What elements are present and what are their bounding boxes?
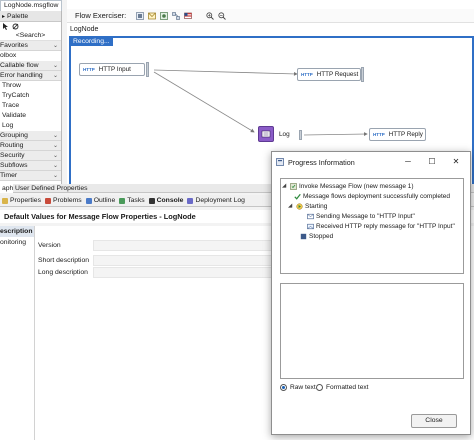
node-http-reply-label: HTTP Reply	[388, 131, 423, 138]
tree-row-sending[interactable]: Sending Message to "HTTP Input"	[307, 211, 415, 221]
tree-row-received[interactable]: Received HTTP reply message for "HTTP In…	[307, 221, 455, 231]
connection-log-to-reply	[303, 132, 368, 137]
tree-row-starting[interactable]: ◢ Starting	[288, 201, 327, 211]
http-badge-icon: HTTP	[373, 132, 385, 137]
dialog-titlebar[interactable]: Progress Information	[272, 152, 470, 172]
view-tab[interactable]: Deployment Log	[187, 197, 245, 204]
node-log-label: Log	[279, 131, 290, 138]
tab-graph[interactable]: aph	[0, 184, 13, 193]
long-description-label: Long description	[38, 268, 88, 276]
connection-input-to-log	[153, 71, 255, 133]
version-label: Version	[38, 241, 61, 249]
node-http-request-label: HTTP Request	[316, 71, 359, 78]
node-log[interactable]	[258, 126, 274, 142]
view-tab-label: Properties	[10, 197, 41, 204]
message-detail-area[interactable]	[280, 283, 464, 379]
tree-row-deployed[interactable]: Message flows deployment successfully co…	[294, 191, 450, 201]
view-tab-label: Deployment Log	[195, 197, 245, 204]
properties-side-nav: escription onitoring	[0, 226, 34, 440]
progress-tree: ◢ Invoke Message Flow (new message 1) Me…	[280, 178, 464, 274]
close-window-icon[interactable]: ✕	[450, 156, 462, 168]
properties-icon	[2, 197, 8, 204]
close-button[interactable]: Close	[411, 414, 457, 428]
receive-icon	[307, 223, 314, 230]
side-item-monitoring[interactable]: onitoring	[0, 237, 34, 248]
view-tab[interactable]: Outline	[85, 197, 116, 204]
tasks-icon	[119, 197, 126, 204]
tree-label-received: Received HTTP reply message for "HTTP In…	[316, 222, 455, 230]
node-http-request-terminals[interactable]	[361, 67, 364, 82]
maximize-icon[interactable]: ☐	[426, 156, 438, 168]
view-tab-label: Outline	[93, 197, 116, 204]
node-http-input-label: HTTP Input	[98, 66, 131, 73]
tree-row-invoke[interactable]: ◢ Invoke Message Flow (new message 1)	[282, 181, 414, 191]
http-badge-icon: HTTP	[83, 67, 95, 72]
formatted-text-radio[interactable]: Formatted text	[316, 384, 369, 391]
formatted-text-label: Formatted text	[326, 384, 369, 391]
node-http-reply[interactable]: HTTP HTTP Reply	[369, 128, 426, 141]
raw-text-radio[interactable]: Raw text	[280, 384, 316, 391]
collapse-icon[interactable]: ◢	[288, 203, 294, 209]
view-tab[interactable]: Tasks	[119, 197, 145, 204]
starting-icon	[296, 202, 303, 210]
view-tab[interactable]: Properties	[2, 197, 41, 204]
node-http-input-terminals[interactable]	[146, 62, 149, 77]
check-icon	[294, 193, 301, 200]
tab-user-defined-properties[interactable]: User Defined Properties	[13, 184, 90, 193]
tree-label-sending: Sending Message to "HTTP Input"	[316, 212, 415, 220]
progress-information-dialog: Progress Information ─ ☐ ✕ ◢ Invoke Mess…	[271, 151, 471, 435]
console-icon	[148, 197, 155, 204]
tree-label-invoke: Invoke Message Flow (new message 1)	[299, 182, 414, 190]
view-tab-label: Tasks	[127, 197, 145, 204]
side-item-description[interactable]: escription	[0, 226, 34, 237]
raw-text-label: Raw text	[290, 384, 316, 391]
invoke-icon	[290, 182, 297, 190]
short-description-label: Short description	[38, 256, 90, 264]
radio-selected-icon	[280, 384, 287, 391]
log-node-icon	[261, 130, 271, 138]
radio-unselected-icon	[316, 384, 323, 391]
problems-icon	[44, 197, 51, 204]
view-tab[interactable]: Problems	[44, 197, 82, 204]
node-log-terminals[interactable]	[299, 130, 302, 140]
tree-label-deployed: Message flows deployment successfully co…	[303, 192, 451, 200]
dialog-title: Progress Information	[288, 157, 355, 167]
collapse-icon[interactable]: ◢	[282, 183, 288, 189]
tree-label-stopped: Stopped	[309, 232, 334, 240]
node-http-request[interactable]: HTTP HTTP Request	[297, 68, 361, 81]
outline-icon	[85, 197, 92, 204]
minimize-icon[interactable]: ─	[402, 156, 414, 168]
view-tab[interactable]: Console	[148, 197, 184, 204]
tree-row-stopped[interactable]: Stopped	[300, 231, 333, 241]
deployment-log-icon	[187, 197, 194, 204]
node-http-input[interactable]: HTTP HTTP Input	[79, 63, 145, 76]
dialog-app-icon	[276, 158, 284, 166]
send-icon	[307, 213, 314, 220]
connection-input-to-request	[153, 69, 298, 76]
stopped-icon	[300, 233, 307, 240]
http-badge-icon: HTTP	[301, 72, 313, 77]
view-tab-label: Console	[156, 197, 184, 204]
view-tab-label: Problems	[52, 197, 82, 204]
tree-label-starting: Starting	[305, 202, 328, 210]
